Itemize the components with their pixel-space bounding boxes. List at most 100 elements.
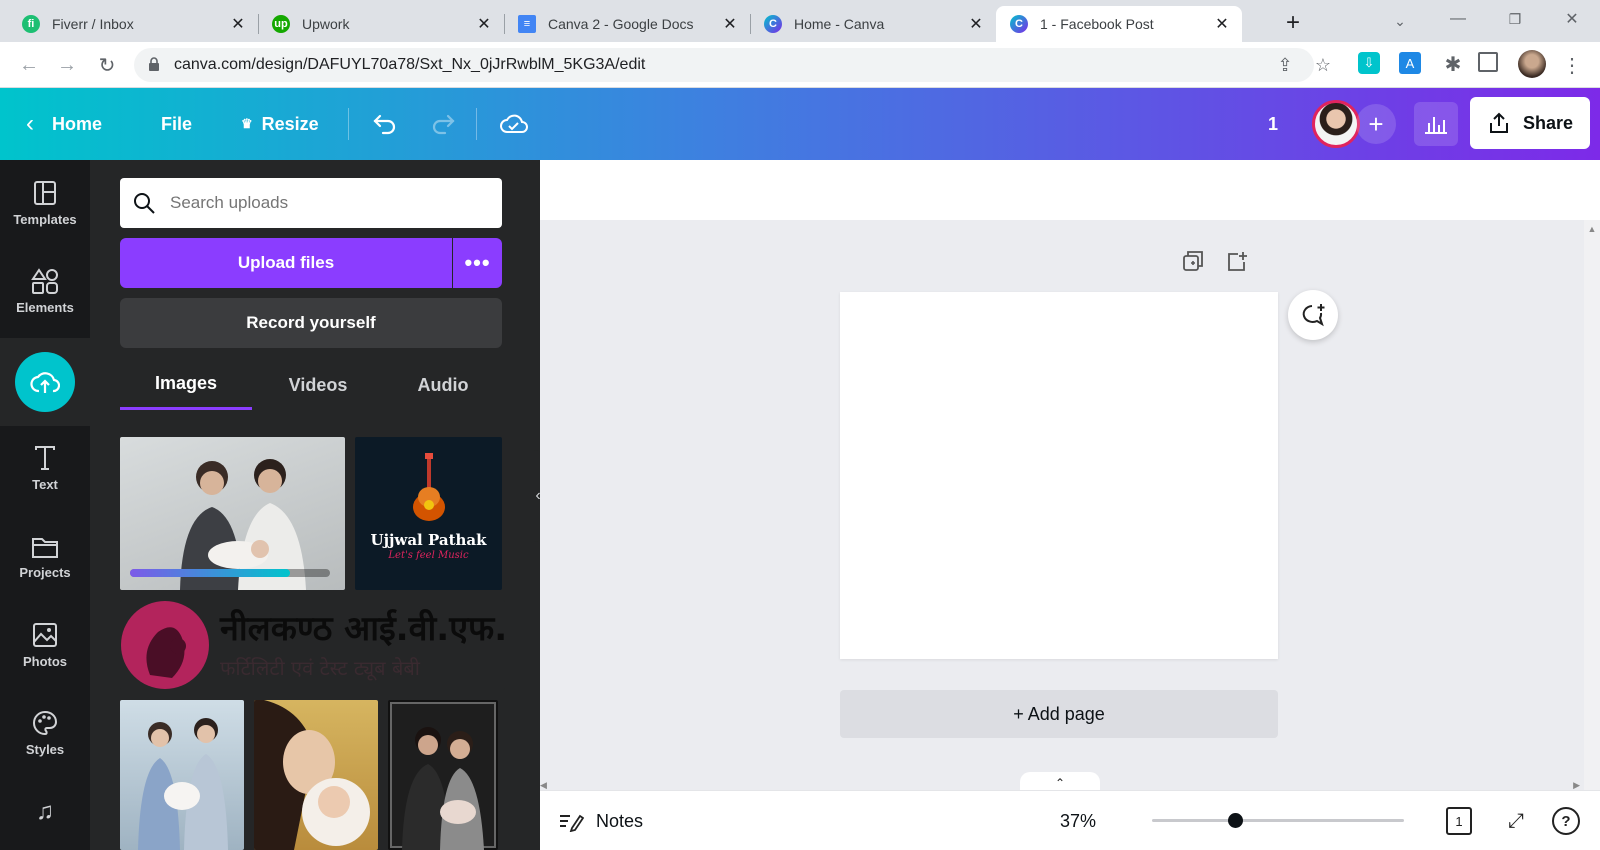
rail-item-templates[interactable]: Templates bbox=[0, 180, 90, 227]
insights-chart-icon[interactable] bbox=[1414, 102, 1458, 146]
add-page-button[interactable]: + Add page bbox=[840, 690, 1278, 738]
zoom-slider-thumb[interactable] bbox=[1228, 813, 1243, 828]
browser-tab-home-canva[interactable]: C Home - Canva ✕ bbox=[750, 6, 996, 42]
upload-thumbnail-mother-baby[interactable] bbox=[254, 700, 378, 850]
resize-button[interactable]: ♛ Resize bbox=[241, 88, 319, 160]
vertical-scrollbar[interactable]: ▲ bbox=[1584, 220, 1600, 840]
browser-tab-facebook-post[interactable]: C 1 - Facebook Post ✕ bbox=[996, 6, 1242, 42]
extension-a-icon[interactable]: A bbox=[1399, 52, 1421, 74]
close-tab-icon[interactable]: ✕ bbox=[474, 14, 494, 34]
close-window-icon[interactable]: ✕ bbox=[1557, 4, 1587, 34]
music-note-icon: ♫ bbox=[36, 798, 54, 825]
tab-title: 1 - Facebook Post bbox=[1040, 16, 1154, 32]
rail-label: Photos bbox=[22, 654, 68, 669]
zoom-level[interactable]: 37% bbox=[1060, 805, 1096, 837]
zoom-slider[interactable] bbox=[1152, 813, 1404, 828]
rail-item-styles[interactable]: Styles bbox=[0, 710, 90, 757]
google-docs-icon: ≡ bbox=[518, 15, 536, 33]
canvas-area: ▲ + Add page ◀ ▶ ⌃ Notes 37% 1 ⤢ ? bbox=[540, 160, 1600, 850]
rail-item-elements[interactable]: Elements bbox=[0, 268, 90, 315]
share-page-icon[interactable]: ⇪ bbox=[1270, 50, 1300, 80]
extensions-puzzle-icon[interactable]: ✱ bbox=[1440, 50, 1466, 78]
search-uploads-field[interactable] bbox=[120, 178, 502, 228]
fullscreen-icon[interactable]: ⤢ bbox=[1502, 807, 1530, 835]
home-button[interactable]: ‹ Home bbox=[26, 88, 102, 160]
restore-icon[interactable]: ❐ bbox=[1500, 4, 1530, 34]
minimize-icon[interactable]: — bbox=[1443, 4, 1473, 34]
browser-tab-google-docs[interactable]: ≡ Canva 2 - Google Docs ✕ bbox=[504, 6, 750, 42]
upload-thumbnail-couple-baby[interactable] bbox=[120, 700, 244, 850]
file-menu-button[interactable]: File bbox=[161, 88, 192, 160]
rail-item-audio[interactable]: ♫ bbox=[0, 798, 90, 826]
cloud-saved-icon[interactable] bbox=[500, 88, 528, 160]
notes-icon bbox=[560, 814, 584, 832]
search-input[interactable] bbox=[170, 193, 480, 213]
elements-icon bbox=[31, 268, 58, 294]
crown-icon: ♛ bbox=[241, 116, 253, 131]
back-icon[interactable]: ← bbox=[14, 50, 44, 80]
record-yourself-button[interactable]: Record yourself bbox=[120, 298, 502, 348]
browser-tab-fiverr[interactable]: fi Fiverr / Inbox ✕ bbox=[8, 6, 258, 42]
close-tab-icon[interactable]: ✕ bbox=[228, 14, 248, 34]
duplicate-page-icon[interactable] bbox=[1182, 250, 1206, 274]
new-tab-icon[interactable]: + bbox=[1278, 8, 1308, 38]
browser-tab-upwork[interactable]: up Upwork ✕ bbox=[258, 6, 504, 42]
banner-title: नीलकण्ठ आई.वी.एफ. bbox=[220, 609, 505, 649]
close-tab-icon[interactable]: ✕ bbox=[1212, 14, 1232, 34]
reload-icon[interactable]: ↻ bbox=[92, 50, 122, 80]
upload-thumbnail-ivf-banner[interactable]: नीलकण्ठ आई.वी.एफ. फर्टिलिटी एवं टेस्ट ट्… bbox=[120, 600, 505, 690]
add-collaborator-icon[interactable]: + bbox=[1356, 104, 1396, 144]
page-count: 1 bbox=[1268, 113, 1279, 134]
guitar-logo-icon bbox=[413, 453, 445, 521]
url-text: canva.com/design/DAFUYL70a78/Sxt_Nx_0jJr… bbox=[174, 56, 646, 73]
tab-label: Images bbox=[154, 373, 218, 393]
extension-download-icon[interactable]: ⇩ bbox=[1358, 52, 1380, 74]
upload-thumbnail-music-logo[interactable]: Ujjwal Pathak Let's feel Music bbox=[355, 437, 502, 590]
more-options-icon[interactable]: ••• bbox=[453, 238, 502, 288]
rail-label: Projects bbox=[19, 565, 71, 580]
upload-thumbnail-family-photo[interactable] bbox=[120, 437, 345, 590]
redo-icon[interactable] bbox=[430, 88, 456, 160]
share-upload-icon bbox=[1489, 112, 1508, 133]
tab-videos[interactable]: Videos bbox=[252, 360, 384, 410]
chevron-left-icon: ‹ bbox=[26, 110, 34, 137]
upwork-icon: up bbox=[272, 15, 290, 33]
side-panel-icon[interactable] bbox=[1478, 52, 1498, 72]
bookmark-star-icon[interactable]: ☆ bbox=[1308, 50, 1338, 80]
rail-item-text[interactable]: Text bbox=[0, 445, 90, 492]
page-grid-view-icon[interactable]: 1 bbox=[1446, 807, 1472, 835]
notes-label: Notes bbox=[596, 810, 644, 831]
close-tab-icon[interactable]: ✕ bbox=[966, 14, 986, 34]
tab-search-chevron-icon[interactable]: ⌄ bbox=[1385, 6, 1415, 36]
upload-files-button[interactable]: Upload files bbox=[120, 238, 452, 288]
help-icon[interactable]: ? bbox=[1552, 807, 1580, 835]
tab-images[interactable]: Images bbox=[120, 360, 252, 410]
banner-subtitle: फर्टिलिटी एवं टेस्ट ट्यूब बेबी bbox=[220, 656, 420, 680]
forward-icon[interactable]: → bbox=[52, 50, 82, 80]
rail-item-photos[interactable]: Photos bbox=[0, 622, 90, 669]
fiverr-icon: fi bbox=[22, 15, 40, 33]
profile-avatar-icon[interactable] bbox=[1518, 50, 1546, 78]
rail-item-projects[interactable]: Projects bbox=[0, 535, 90, 580]
undo-icon[interactable] bbox=[372, 88, 398, 160]
add-page-icon[interactable] bbox=[1226, 250, 1250, 274]
tab-title: Fiverr / Inbox bbox=[52, 16, 134, 32]
notes-button[interactable]: Notes bbox=[558, 805, 643, 837]
mother-child-logo-icon bbox=[121, 601, 209, 689]
tab-audio[interactable]: Audio bbox=[384, 360, 502, 410]
browser-menu-icon[interactable]: ⋮ bbox=[1560, 50, 1584, 80]
add-comment-icon[interactable] bbox=[1288, 290, 1338, 340]
design-page[interactable] bbox=[840, 292, 1278, 659]
collaborator-avatar[interactable] bbox=[1312, 100, 1360, 148]
tab-label: Audio bbox=[417, 374, 469, 395]
upload-thumbnail-family-portrait[interactable] bbox=[388, 700, 498, 850]
upload-files-label: Upload files bbox=[237, 253, 335, 272]
add-page-label: + Add page bbox=[1013, 703, 1105, 724]
url-field[interactable]: canva.com/design/DAFUYL70a78/Sxt_Nx_0jJr… bbox=[134, 48, 1314, 82]
canva-icon: C bbox=[1010, 15, 1028, 33]
editor-toolbar: ‹ Home File ♛ Resize 1 + Share bbox=[0, 88, 1600, 160]
upload-progress-fill bbox=[130, 569, 290, 577]
rail-item-uploads[interactable] bbox=[0, 338, 90, 426]
close-tab-icon[interactable]: ✕ bbox=[720, 14, 740, 34]
share-button[interactable]: Share bbox=[1470, 97, 1590, 149]
